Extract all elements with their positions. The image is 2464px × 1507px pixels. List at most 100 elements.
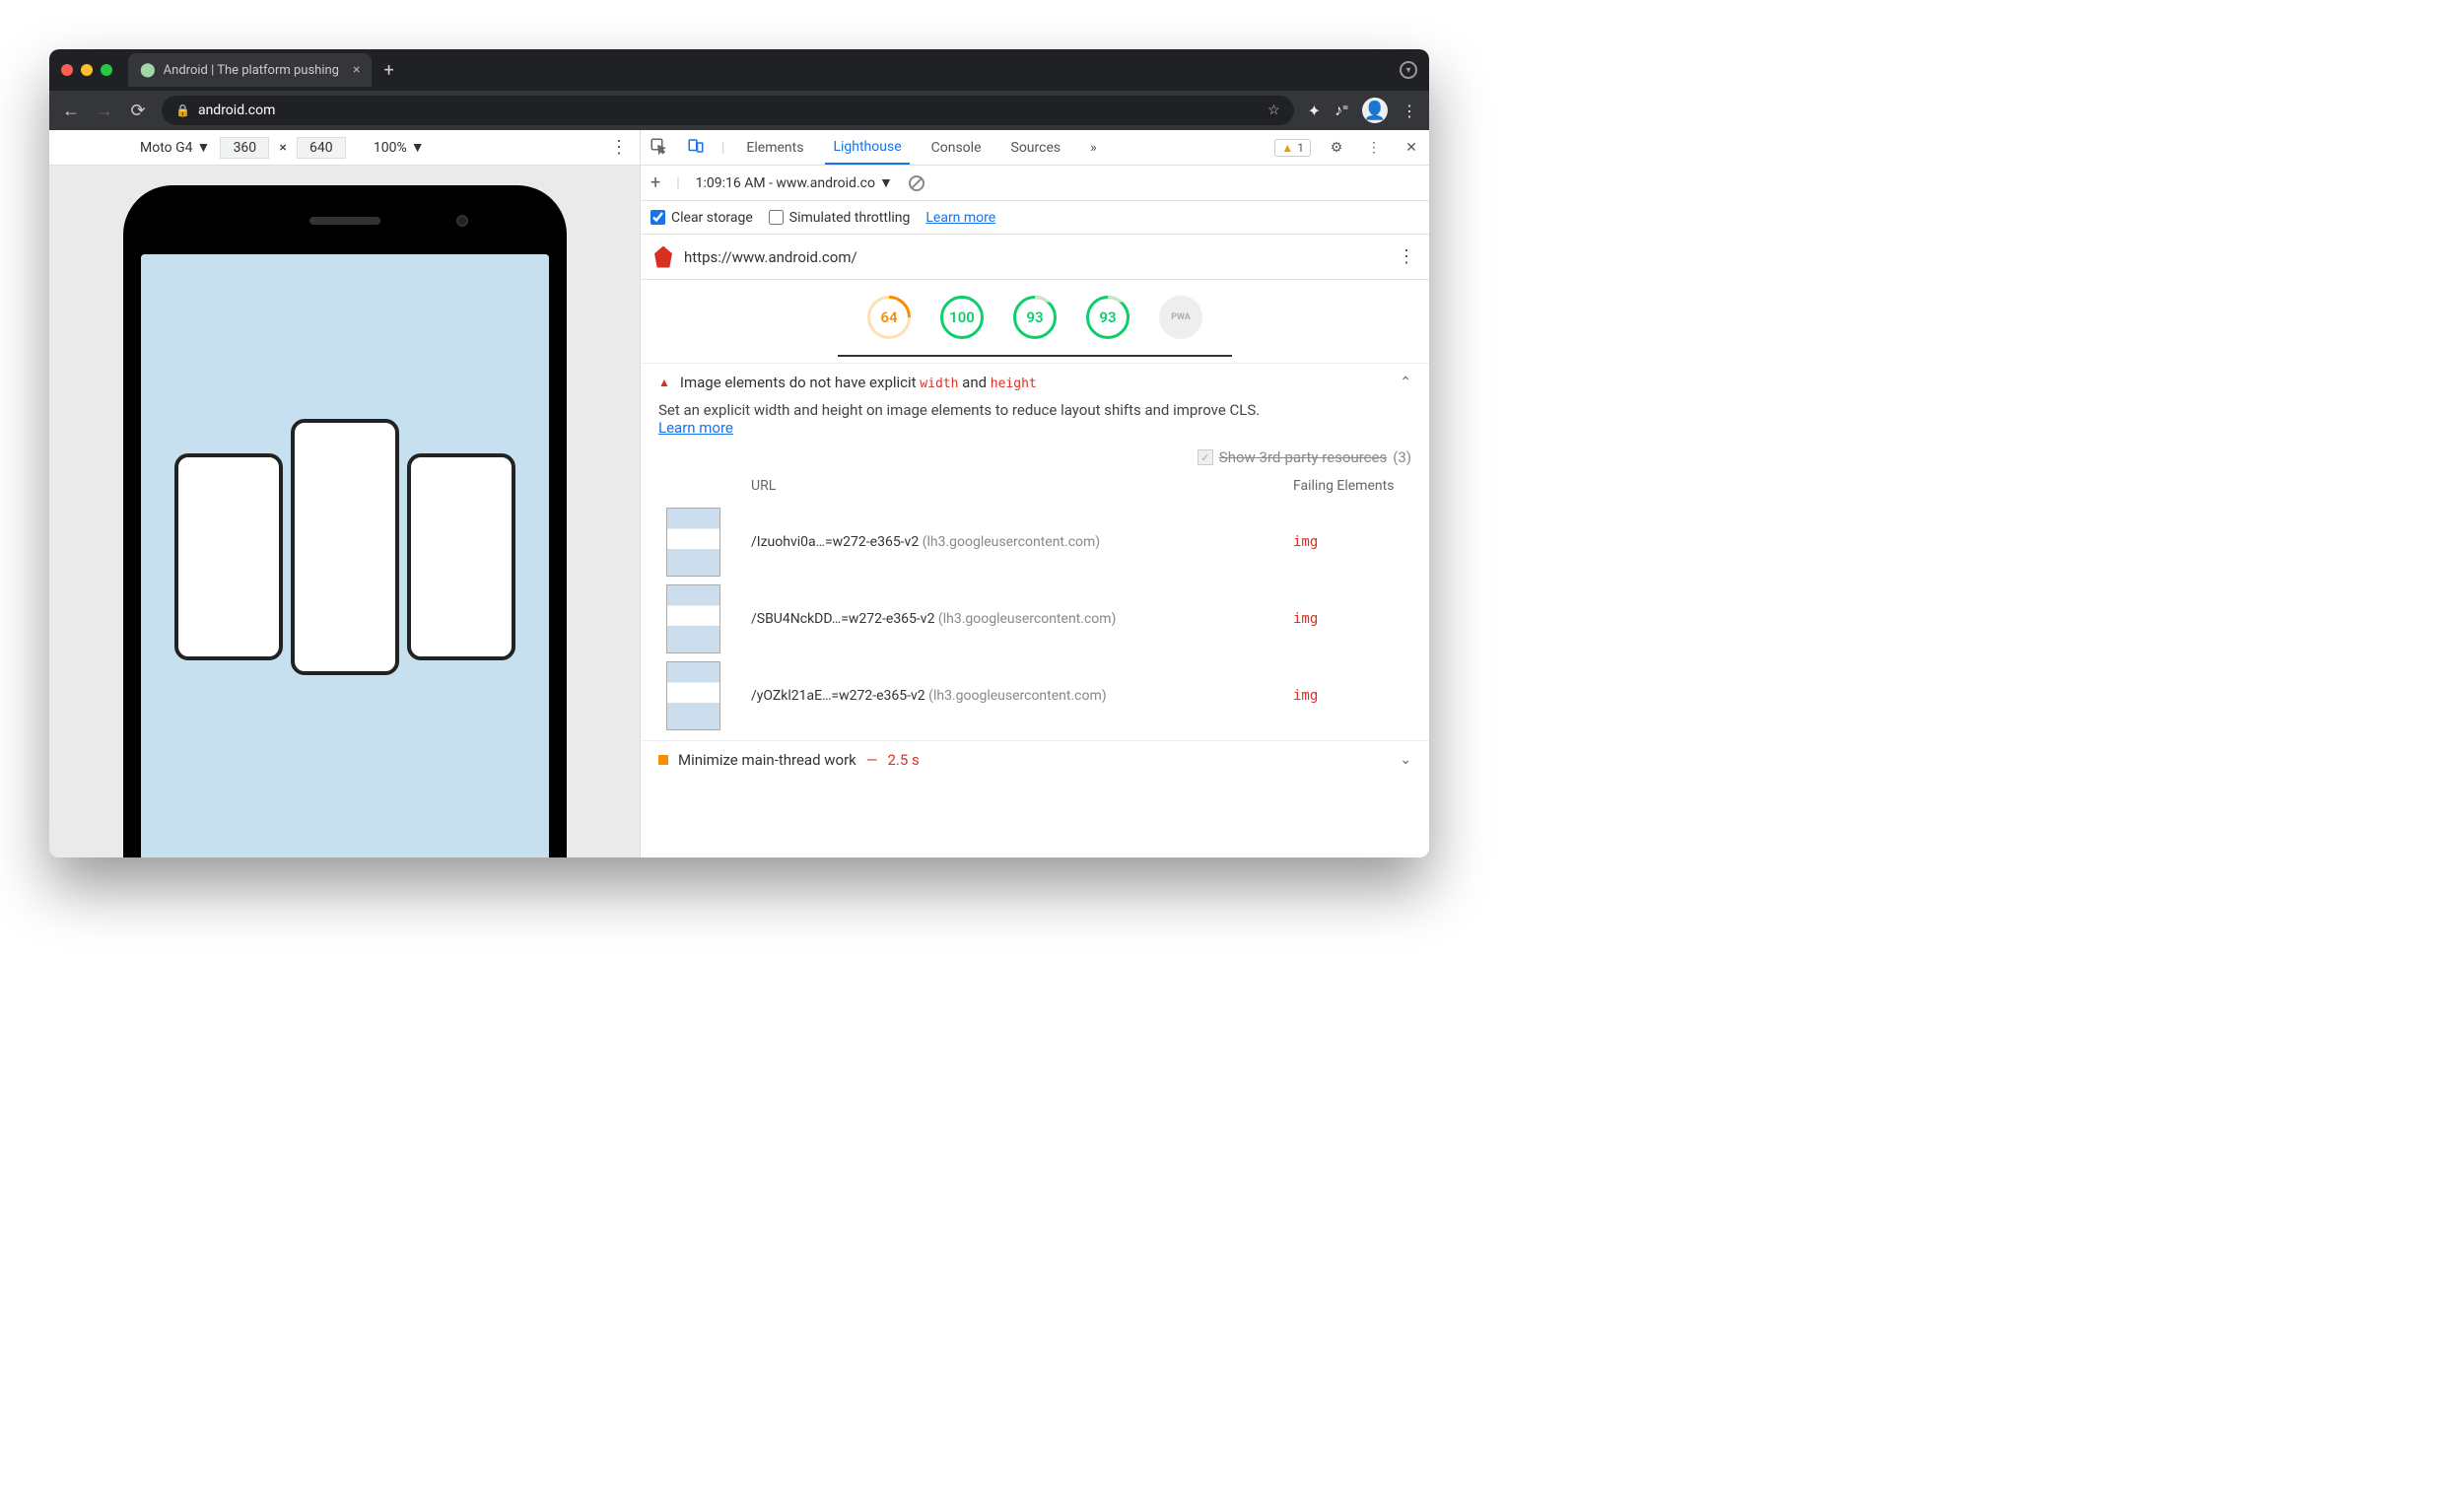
phone-speaker	[309, 217, 380, 225]
clear-icon[interactable]	[909, 175, 924, 191]
score-performance[interactable]: 64	[867, 296, 911, 339]
tab-sources[interactable]: Sources	[1003, 130, 1069, 165]
new-report-icon[interactable]: +	[650, 172, 660, 193]
close-tab-icon[interactable]: ×	[353, 62, 360, 78]
android-icon: ⬤	[140, 62, 156, 78]
score-seo[interactable]: 93	[1086, 296, 1129, 339]
devtools-tabs: | Elements Lighthouse Console Sources » …	[641, 130, 1429, 166]
score-row: 64 100 93 93 PWA	[838, 280, 1232, 357]
dimension-separator: ×	[279, 140, 286, 156]
window-controls	[61, 64, 112, 76]
settings-gear-icon[interactable]: ⚙	[1325, 140, 1348, 156]
chevron-down-icon: ▼	[879, 174, 893, 191]
tabs-more[interactable]: »	[1082, 130, 1105, 165]
media-icon[interactable]: ♪⁼	[1335, 101, 1348, 120]
score-best-practices[interactable]: 93	[1013, 296, 1057, 339]
warnings-badge[interactable]: ▲ 1	[1274, 139, 1311, 157]
lock-icon: 🔒	[175, 103, 190, 117]
viewport-height-input[interactable]: 640	[297, 137, 346, 159]
inspect-icon[interactable]	[647, 137, 670, 159]
learn-more-link[interactable]: Learn more	[925, 210, 995, 226]
audit-title: Image elements do not have explicit widt…	[680, 374, 1037, 391]
main-area: Moto G4 ▼ 360 × 640 100% ▼ ⋮	[49, 130, 1429, 857]
third-party-toggle[interactable]: ✓ Show 3rd-party resources (3)	[658, 448, 1411, 466]
lighthouse-toolbar: + | 1:09:16 AM - www.android.co ▼	[641, 166, 1429, 201]
url-bar: ← → ⟳ 🔒 android.com ☆ ✦ ♪⁼ 👤 ⋮	[49, 91, 1429, 130]
audit-learn-more-link[interactable]: Learn more	[658, 419, 733, 437]
lighthouse-icon	[654, 246, 672, 268]
clear-storage-checkbox[interactable]: Clear storage	[650, 210, 753, 226]
mock-phone-maps	[291, 419, 399, 675]
profile-avatar[interactable]: 👤	[1362, 98, 1388, 123]
row-tag: img	[1293, 688, 1411, 704]
row-url[interactable]: /SBU4NckDD…=w272-e365-v2 (lh3.googleuser…	[751, 611, 1277, 627]
audit-description: Set an explicit width and height on imag…	[658, 401, 1411, 437]
row-thumbnail	[666, 584, 720, 653]
viewport-width-input[interactable]: 360	[220, 137, 269, 159]
score-accessibility[interactable]: 100	[940, 296, 984, 339]
close-window[interactable]	[61, 64, 73, 76]
device-select[interactable]: Moto G4 ▼	[140, 139, 210, 156]
report-menu-icon[interactable]: ⋮	[1398, 246, 1415, 267]
warning-count: 1	[1297, 141, 1304, 155]
fail-triangle-icon: ▲	[658, 376, 670, 389]
row-thumbnail	[666, 661, 720, 730]
tab-lighthouse[interactable]: Lighthouse	[825, 130, 909, 165]
hero-section	[141, 254, 549, 857]
device-viewport: Google serves cookies to analyze traffic…	[49, 166, 640, 857]
audit-header[interactable]: ▲ Image elements do not have explicit wi…	[658, 374, 1411, 391]
failing-elements-table: URL Failing Elements /Izuohvi0a…=w272-e3…	[658, 478, 1411, 730]
tab-elements[interactable]: Elements	[738, 130, 811, 165]
sim-throttle-label: Simulated throttling	[789, 210, 911, 226]
close-devtools-icon[interactable]: ✕	[1400, 140, 1423, 156]
forward-button[interactable]: →	[95, 101, 114, 121]
mock-phone-audiobook	[407, 453, 515, 660]
browser-menu-icon[interactable]: ⋮	[1402, 102, 1417, 120]
clear-storage-input[interactable]	[650, 210, 665, 225]
lighthouse-options: Clear storage Simulated throttling Learn…	[641, 201, 1429, 235]
minimize-window[interactable]	[81, 64, 93, 76]
browser-window: ⬤ Android | The platform pushing × + ▾ ←…	[49, 49, 1429, 857]
row-tag: img	[1293, 611, 1411, 627]
extensions-icon[interactable]: ✦	[1308, 102, 1321, 120]
tabs-dropdown-icon[interactable]: ▾	[1400, 61, 1417, 79]
row-url[interactable]: /yOZkl21aE…=w272-e365-v2 (lh3.googleuser…	[751, 688, 1277, 704]
simulated-throttling-checkbox[interactable]: Simulated throttling	[769, 210, 911, 226]
lighthouse-body[interactable]: 64 100 93 93 PWA ▲ Image elements do not…	[641, 280, 1429, 857]
bookmark-star-icon[interactable]: ☆	[1267, 103, 1280, 118]
third-party-checkbox[interactable]: ✓	[1198, 449, 1213, 465]
zoom-select[interactable]: 100% ▼	[374, 139, 425, 156]
clear-storage-label: Clear storage	[671, 210, 753, 226]
audit-header[interactable]: Minimize main-thread work — 2.5 s ⌄	[658, 751, 1411, 769]
devtools-menu-icon[interactable]: ⋮	[1362, 140, 1386, 156]
chevron-up-icon: ⌃	[1400, 375, 1411, 390]
tab-title: Android | The platform pushing	[164, 63, 339, 78]
maximize-window[interactable]	[101, 64, 112, 76]
audit-main-thread: Minimize main-thread work — 2.5 s ⌄	[641, 740, 1429, 779]
warning-icon: ▲	[1281, 141, 1293, 155]
phone-screen[interactable]: Google serves cookies to analyze traffic…	[141, 254, 549, 857]
chevron-down-icon: ▼	[197, 139, 211, 156]
chevron-down-icon: ▼	[411, 139, 425, 156]
sim-throttle-input[interactable]	[769, 210, 784, 225]
new-tab-button[interactable]: +	[383, 60, 393, 81]
chevron-down-icon: ⌄	[1400, 752, 1411, 768]
col-failing: Failing Elements	[1293, 478, 1411, 500]
phone-frame: Google serves cookies to analyze traffic…	[123, 185, 567, 857]
col-url: URL	[751, 478, 1277, 500]
audit-title: Minimize main-thread work	[678, 751, 856, 769]
device-toolbar-menu-icon[interactable]: ⋮	[610, 137, 628, 158]
address-bar[interactable]: 🔒 android.com ☆	[162, 96, 1294, 125]
extension-icons: ✦ ♪⁼ 👤 ⋮	[1308, 98, 1417, 123]
report-select[interactable]: 1:09:16 AM - www.android.co ▼	[696, 174, 893, 191]
back-button[interactable]: ←	[61, 101, 81, 121]
devtools-pane: | Elements Lighthouse Console Sources » …	[641, 130, 1429, 857]
score-pwa[interactable]: PWA	[1159, 296, 1202, 339]
row-url[interactable]: /Izuohvi0a…=w272-e365-v2 (lh3.googleuser…	[751, 534, 1277, 550]
device-name: Moto G4	[140, 140, 193, 156]
tab-console[interactable]: Console	[924, 130, 990, 165]
reload-button[interactable]: ⟳	[128, 101, 148, 121]
third-party-count: (3)	[1393, 448, 1411, 466]
device-toggle-icon[interactable]	[684, 137, 708, 159]
browser-tab[interactable]: ⬤ Android | The platform pushing ×	[128, 53, 372, 87]
